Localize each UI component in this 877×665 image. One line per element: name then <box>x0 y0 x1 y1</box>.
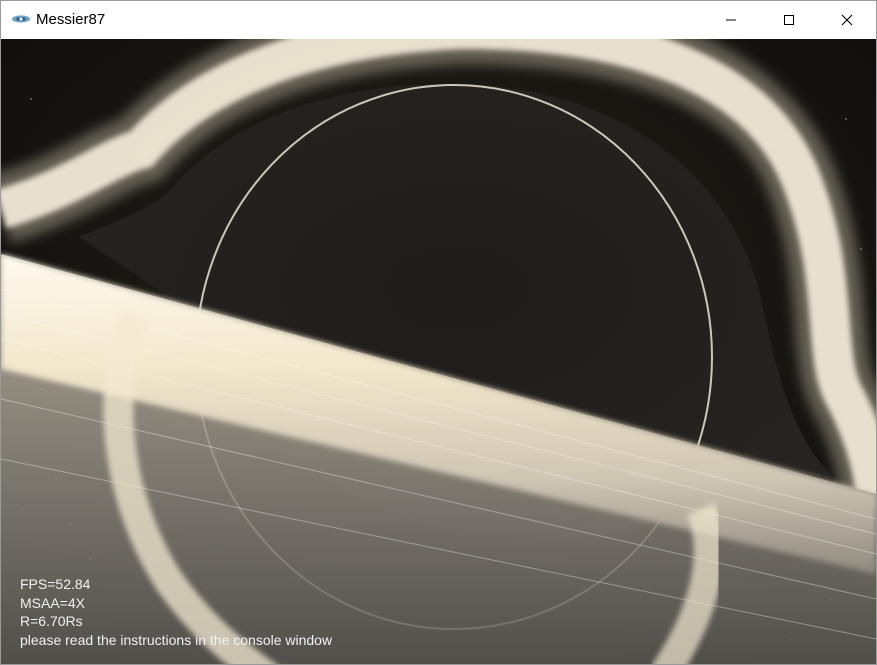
close-button[interactable] <box>818 1 876 39</box>
fps-readout: FPS=52.84 <box>20 576 91 592</box>
hud-overlay: FPS=52.84 MSAA=4X R=6.70Rs please read t… <box>20 575 332 649</box>
black-hole-render <box>1 39 876 664</box>
minimize-button[interactable] <box>702 1 760 39</box>
render-viewport[interactable]: FPS=52.84 MSAA=4X R=6.70Rs please read t… <box>1 39 876 664</box>
title-bar[interactable]: Messier87 <box>1 1 876 39</box>
msaa-readout: MSAA=4X <box>20 594 85 611</box>
radius-readout: R=6.70Rs <box>20 613 83 629</box>
minimize-icon <box>725 14 737 26</box>
window-title: Messier87 <box>36 11 106 28</box>
maximize-button[interactable] <box>760 1 818 39</box>
maximize-icon <box>783 14 795 26</box>
close-icon <box>841 14 853 26</box>
galaxy-icon <box>11 12 31 26</box>
app-window: Messier87 FPS=52.84 MSAA=4X R=6.70Rs ple… <box>0 0 877 665</box>
instructions-text: please read the instructions in the cons… <box>20 631 333 648</box>
